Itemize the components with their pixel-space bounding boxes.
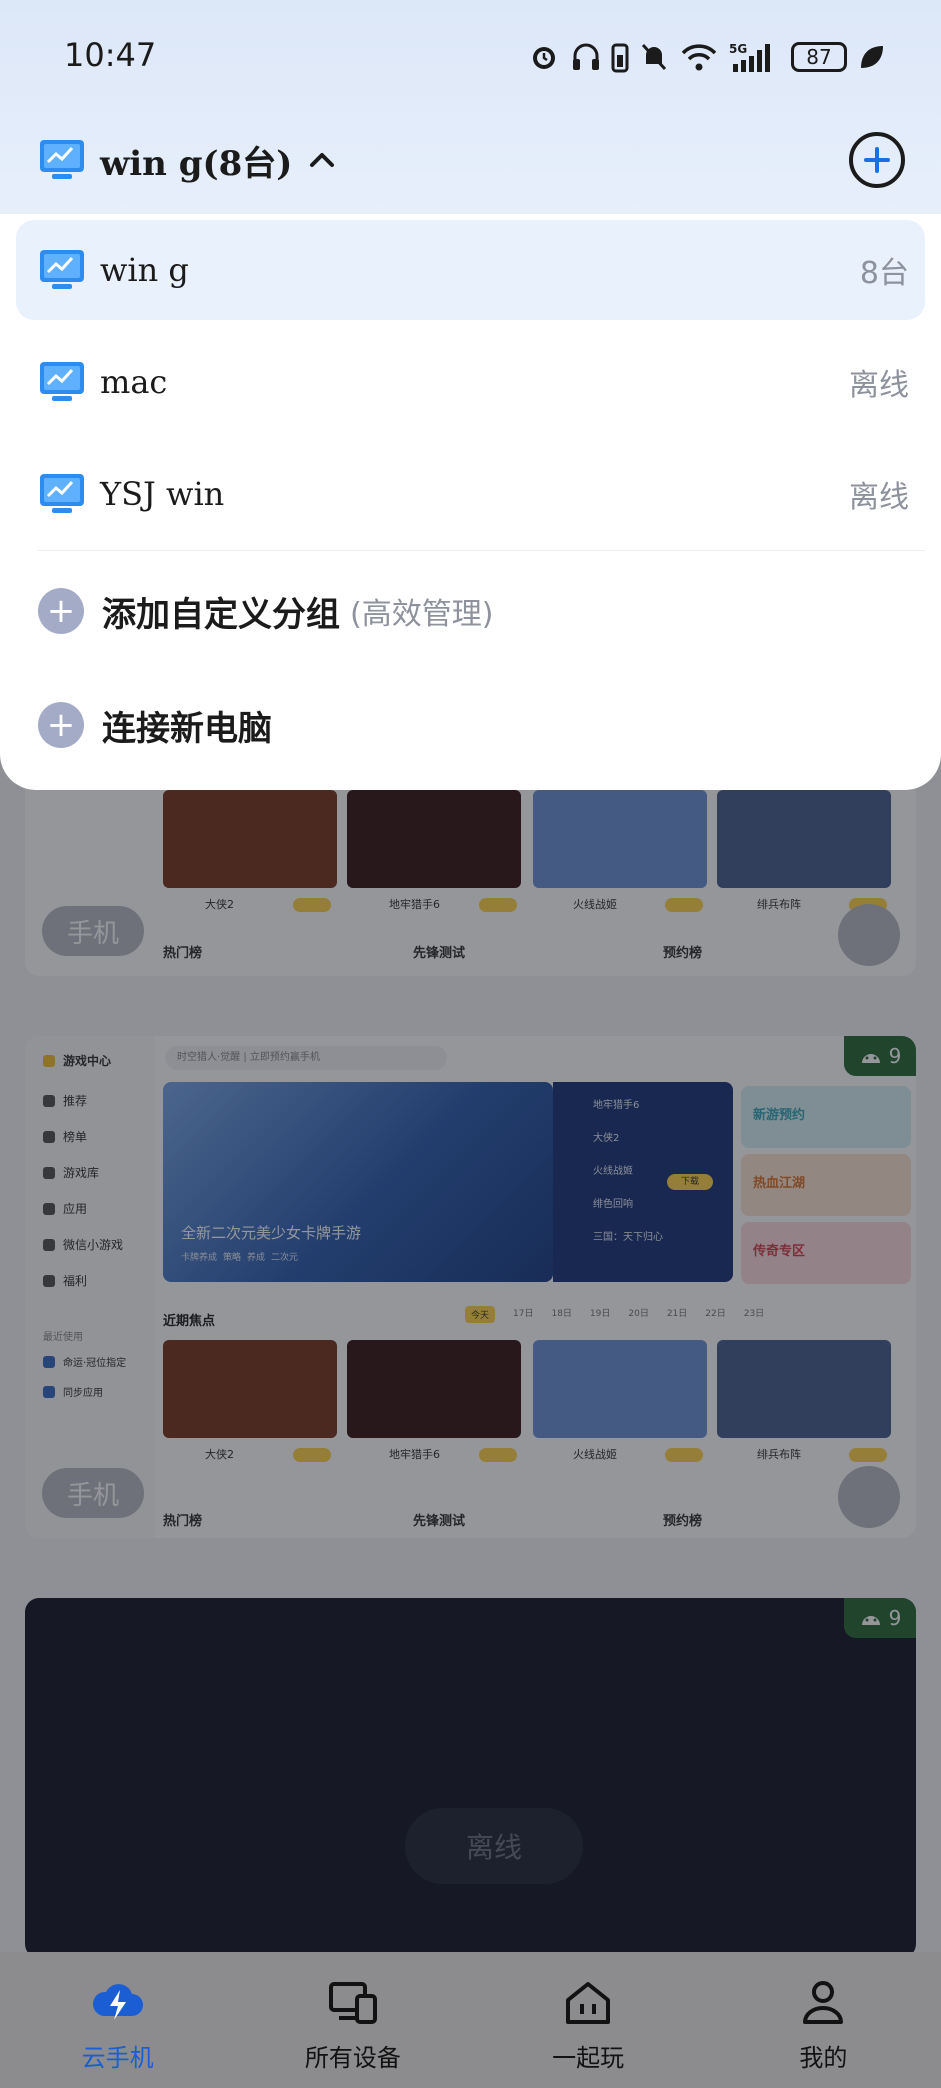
devices-icon (328, 1982, 377, 2024)
battery-indicator: 87 (791, 42, 847, 72)
plus-circle-icon (864, 147, 890, 173)
nav-item-all-devices[interactable]: 所有设备 (253, 1952, 453, 2073)
group-item-mac[interactable]: mac 离线 (16, 332, 925, 432)
cloud-lightning-icon (92, 1984, 143, 2020)
add-button[interactable] (849, 132, 905, 188)
alarm-icon (533, 47, 555, 69)
action-label: 连接新电脑 (102, 708, 272, 749)
nav-item-play-together[interactable]: 一起玩 (488, 1952, 688, 2073)
signal-5g-icon: 5G (729, 42, 770, 72)
group-status: 8台 (859, 256, 909, 291)
mute-bell-icon (641, 43, 667, 71)
action-label: 添加自定义分组 (102, 594, 340, 635)
plus-icon: + (38, 588, 84, 634)
nav-label: 云手机 (81, 2044, 154, 2072)
group-item-win-g[interactable]: win g 8台 (16, 220, 925, 320)
nav-label: 我的 (799, 2044, 848, 2072)
group-name: YSJ win (100, 475, 225, 513)
home-play-icon (566, 1982, 611, 2024)
monitor-icon (40, 250, 84, 289)
group-selector[interactable]: win g(8台) (38, 132, 338, 188)
svg-text:5G: 5G (729, 42, 747, 56)
nav-label: 所有设备 (304, 2044, 401, 2072)
status-time: 10:47 (64, 36, 157, 74)
group-name: win g (100, 251, 189, 289)
connect-new-pc-button[interactable]: + 连接新电脑 (38, 690, 272, 760)
monitor-icon (40, 474, 84, 513)
nav-label: 一起玩 (552, 2044, 625, 2072)
monitor-icon (40, 140, 84, 179)
status-icons: 5G 87 (527, 36, 885, 78)
monitor-icon (40, 362, 84, 401)
wifi-icon (681, 44, 717, 71)
nav-item-cloud-phone[interactable]: 云手机 (18, 1952, 218, 2073)
phone-battery-icon (611, 43, 629, 73)
add-custom-group-button[interactable]: + 添加自定义分组 (高效管理) (38, 576, 493, 646)
headphones-icon (573, 43, 599, 70)
nav-item-me[interactable]: 我的 (723, 1952, 923, 2073)
divider (38, 550, 925, 551)
action-hint: (高效管理) (350, 597, 494, 632)
group-name: mac (100, 363, 168, 401)
chevron-up-icon (310, 153, 335, 167)
bottom-nav: 云手机 所有设备 一起玩 我的 (0, 1952, 941, 2088)
plus-icon: + (38, 702, 84, 748)
profile-icon (803, 1981, 844, 2024)
group-dropdown-panel: 10:47 5G 87 win g(8台) win g 8台 mac 离线 YS… (0, 0, 941, 790)
group-status: 离线 (849, 368, 909, 403)
group-item-ysj-win[interactable]: YSJ win 离线 (16, 444, 925, 544)
group-status: 离线 (849, 480, 909, 515)
group-title: win g(8台) (100, 143, 293, 184)
leaf-icon (861, 46, 883, 68)
